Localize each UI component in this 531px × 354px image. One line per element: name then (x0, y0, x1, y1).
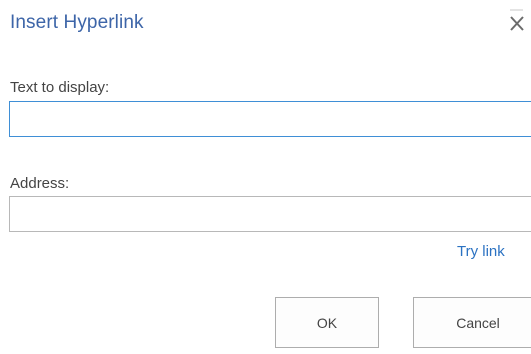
ok-button[interactable]: OK (275, 297, 379, 348)
address-label: Address: (10, 175, 70, 192)
address-input[interactable] (9, 196, 531, 232)
try-link[interactable]: Try link (457, 243, 505, 260)
close-icon (506, 6, 528, 34)
cancel-button[interactable]: Cancel (413, 297, 531, 348)
text-to-display-label: Text to display: (10, 79, 110, 96)
insert-hyperlink-dialog: Insert Hyperlink Text to display: Addres… (0, 0, 531, 354)
close-button[interactable] (506, 6, 528, 34)
dialog-title: Insert Hyperlink (10, 12, 144, 33)
text-to-display-input[interactable] (9, 101, 531, 137)
